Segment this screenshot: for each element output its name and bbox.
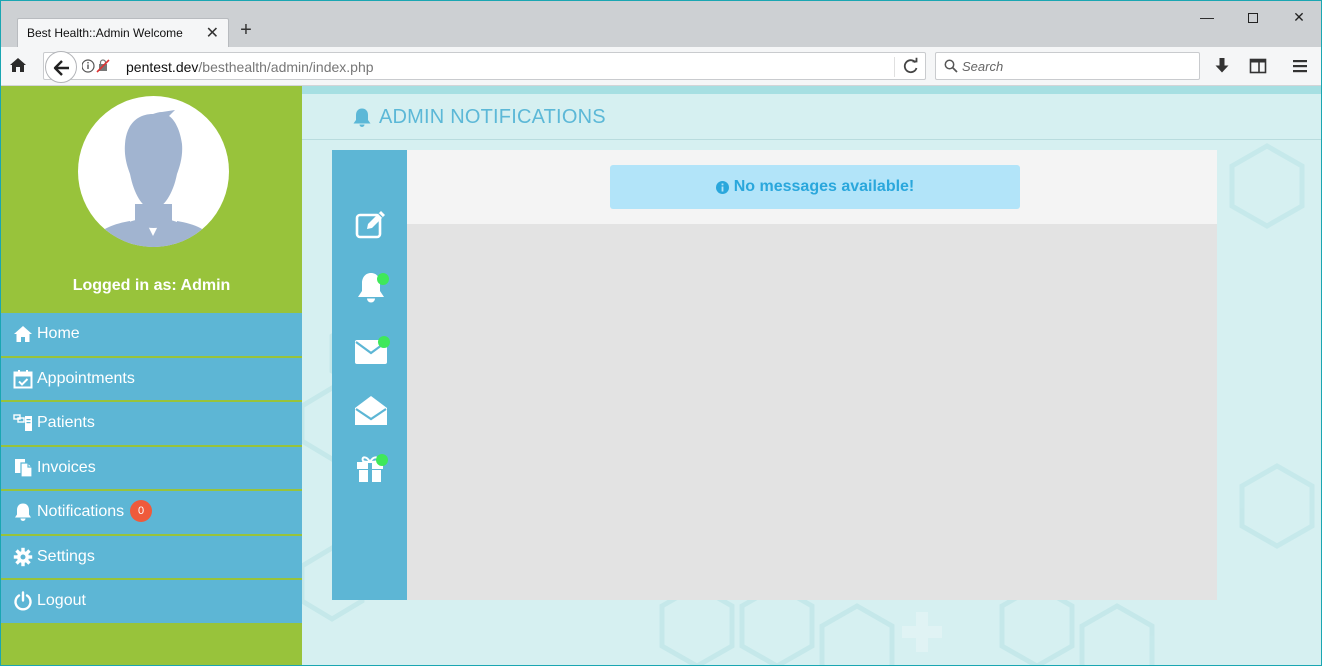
url-text: pentest.dev/besthealth/admin/index.php — [126, 59, 374, 75]
invoice-icon — [13, 458, 33, 478]
gifts-button[interactable] — [354, 452, 388, 486]
status-dot — [377, 273, 389, 285]
back-button[interactable] — [45, 51, 77, 83]
url-path: /besthealth/admin/index.php — [198, 59, 374, 75]
tab-close-icon[interactable]: ✕ — [206, 23, 219, 43]
read-messages-button[interactable] — [354, 394, 388, 428]
logged-in-label: Logged in as: Admin — [72, 277, 231, 294]
browser-tab[interactable]: Best Health::Admin Welcome ✕ — [17, 18, 229, 47]
maximize-icon — [1248, 13, 1258, 24]
page-header: ADMIN NOTIFICATIONS — [302, 94, 1321, 140]
no-messages-alert: No messages available! — [610, 165, 1020, 209]
sidebar-item-notifications[interactable]: Notifications 0 — [1, 491, 302, 536]
sidebar: Logged in as: Admin Home Appointments Pa… — [1, 86, 302, 665]
calendar-check-icon — [13, 369, 33, 389]
sidebar-item-logout[interactable]: Logout — [1, 580, 302, 625]
search-placeholder: Search — [962, 59, 1004, 74]
title-bar: Best Health::Admin Welcome ✕ + — ✕ — [1, 1, 1321, 47]
patients-icon — [13, 413, 33, 433]
search-icon — [944, 59, 958, 73]
main-content: ADMIN NOTIFICATIONS No messages availabl… — [302, 86, 1321, 665]
home-icon — [10, 58, 26, 72]
url-divider — [894, 57, 895, 77]
sidebar-item-patients[interactable]: Patients — [1, 402, 302, 447]
compose-icon — [355, 211, 385, 239]
reload-button[interactable] — [902, 57, 922, 77]
menu-button[interactable] — [1291, 57, 1311, 77]
power-icon — [13, 591, 33, 611]
home-icon — [13, 324, 33, 344]
sidebar-item-label: Patients — [37, 414, 95, 432]
sidebar-item-settings[interactable]: Settings — [1, 535, 302, 580]
nav-bar: pentest.dev/besthealth/admin/index.php S… — [1, 47, 1321, 86]
site-info-icon[interactable] — [81, 59, 110, 78]
tab-title: Best Health::Admin Welcome — [27, 26, 183, 40]
sidebar-item-label: Settings — [37, 547, 95, 565]
new-tab-button[interactable]: + — [237, 20, 255, 40]
notification-count-badge: 0 — [130, 500, 152, 522]
notifications-panel: No messages available! — [332, 150, 1217, 600]
status-dot — [378, 336, 390, 348]
sidebar-item-label: Invoices — [37, 458, 96, 476]
envelope-open-icon — [355, 396, 387, 425]
alert-text: No messages available! — [733, 178, 915, 195]
top-strip — [302, 86, 1321, 94]
user-silhouette-icon — [92, 110, 215, 247]
page-viewport: Logged in as: Admin Home Appointments Pa… — [1, 86, 1321, 665]
sidebar-item-label: Notifications — [37, 503, 125, 521]
hamburger-icon — [1293, 60, 1307, 73]
bell-icon — [353, 108, 371, 127]
avatar — [78, 96, 229, 247]
home-button[interactable] — [9, 56, 29, 76]
bell-icon — [13, 502, 33, 522]
downloads-button[interactable] — [1213, 57, 1233, 77]
gear-icon — [13, 547, 33, 567]
sidebar-item-invoices[interactable]: Invoices — [1, 446, 302, 491]
notifications-header: No messages available! — [407, 150, 1217, 224]
page-title: ADMIN NOTIFICATIONS — [379, 106, 606, 128]
url-host: pentest.dev — [126, 59, 199, 75]
browser-window: Best Health::Admin Welcome ✕ + — ✕ pente… — [0, 0, 1322, 666]
download-icon — [1215, 58, 1229, 73]
info-icon — [715, 180, 729, 194]
messages-filter-button[interactable] — [354, 334, 390, 368]
minimize-button[interactable]: — — [1187, 5, 1227, 29]
close-window-button[interactable]: ✕ — [1279, 5, 1319, 29]
reload-icon — [903, 57, 918, 74]
status-dot — [376, 454, 388, 466]
compose-button[interactable] — [354, 208, 388, 242]
sidebar-menu: Home Appointments Patients Invoices Noti… — [1, 313, 302, 625]
back-arrow-icon — [53, 60, 69, 76]
sidebar-item-label: Logout — [37, 592, 86, 610]
sidebar-toggle-icon — [1249, 58, 1267, 74]
sidebar-item-label: Home — [37, 325, 80, 343]
maximize-button[interactable] — [1233, 5, 1273, 29]
notification-filter-bar — [332, 150, 407, 600]
sidebar-item-appointments[interactable]: Appointments — [1, 357, 302, 402]
sidebar-item-home[interactable]: Home — [1, 313, 302, 358]
search-bar[interactable]: Search — [935, 52, 1200, 80]
alerts-filter-button[interactable] — [354, 270, 389, 304]
library-button[interactable] — [1249, 57, 1269, 77]
url-bar[interactable]: pentest.dev/besthealth/admin/index.php — [43, 52, 926, 80]
notifications-body: No messages available! — [407, 150, 1217, 600]
sidebar-item-label: Appointments — [37, 369, 135, 387]
